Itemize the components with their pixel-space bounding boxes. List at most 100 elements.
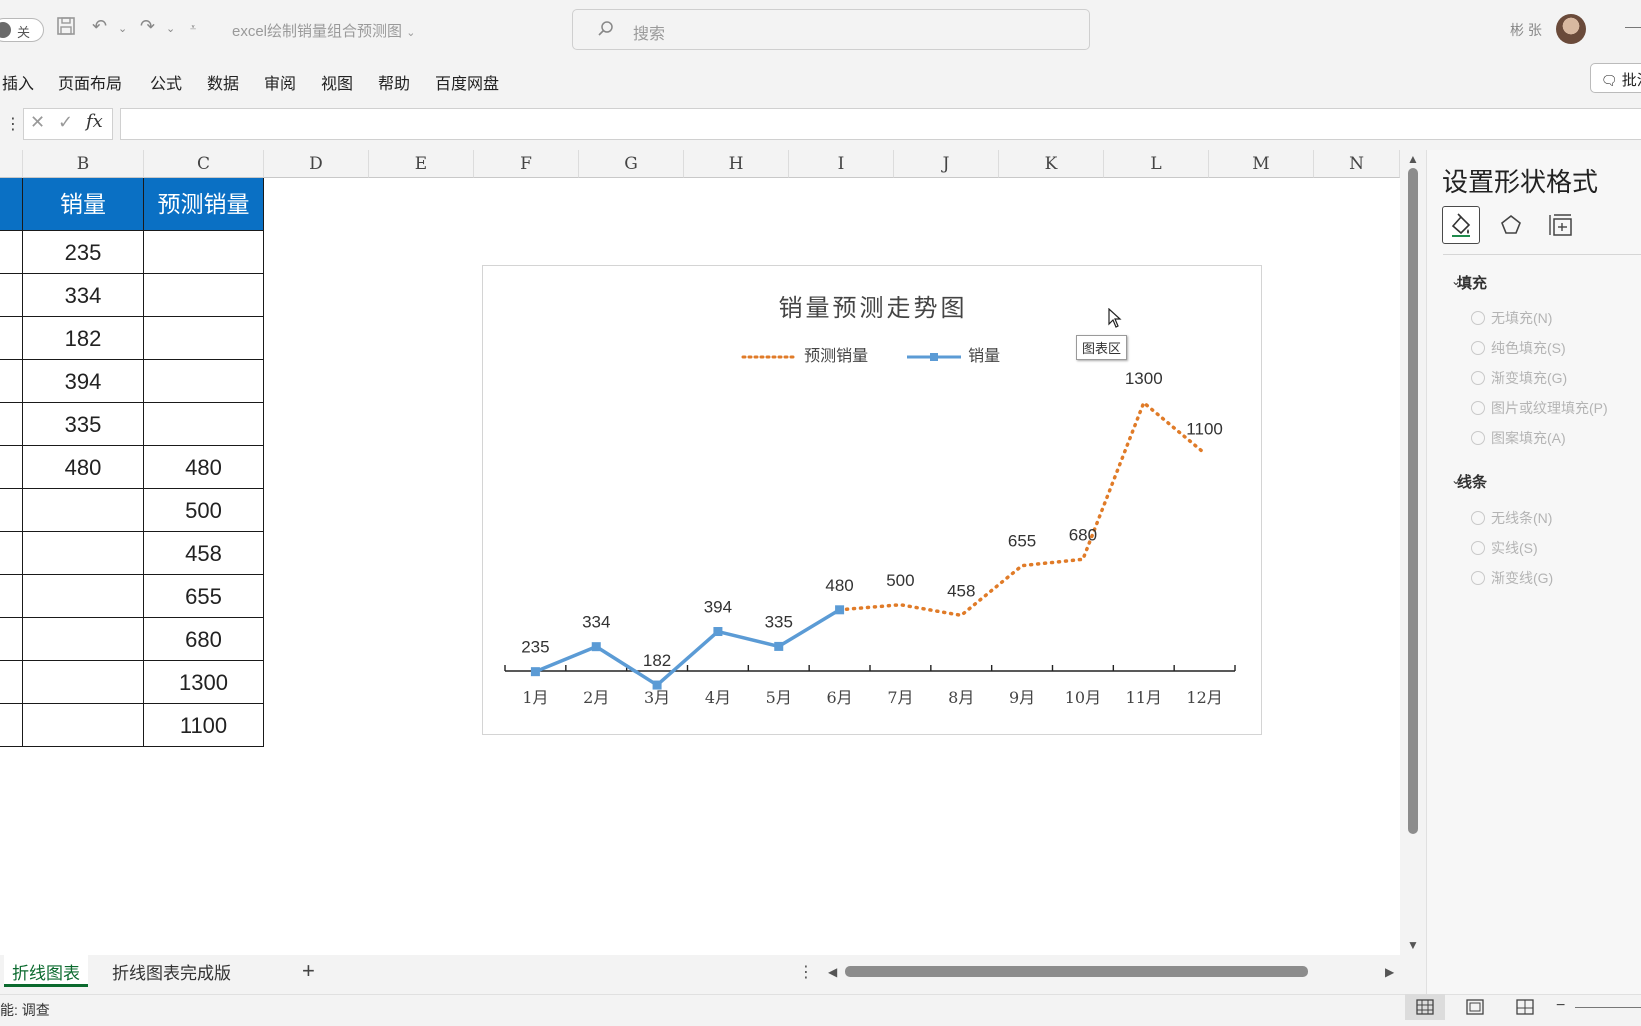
add-sheet-icon[interactable]: + (302, 958, 315, 984)
fill-line-icon[interactable] (1442, 206, 1480, 244)
select-all-corner[interactable] (0, 150, 23, 178)
tab-help[interactable]: 帮助 (378, 70, 410, 94)
undo-dropdown-icon[interactable]: ⌄ (118, 22, 127, 35)
table-cell[interactable]: 335 (23, 403, 144, 446)
table-cell[interactable] (144, 231, 264, 274)
data-label[interactable]: 1300 (1125, 369, 1163, 388)
table-cell[interactable] (23, 575, 144, 618)
user-name[interactable]: 彬 张 (1510, 20, 1542, 40)
data-label[interactable]: 334 (582, 613, 610, 632)
table-cell[interactable] (0, 704, 23, 747)
column-header-g[interactable]: G (579, 150, 684, 178)
data-label[interactable]: 1100 (1186, 419, 1223, 438)
vertical-scroll-thumb[interactable] (1408, 168, 1418, 834)
zoom-slider[interactable] (1575, 1007, 1641, 1008)
column-header-h[interactable]: H (684, 150, 789, 178)
table-cell[interactable] (23, 704, 144, 747)
fill-section-header[interactable]: 填充 (1457, 272, 1487, 293)
chart-area[interactable]: 销量预测走势图 预测销量 销量 1月 2月 3月 4月 5月 6月 7月 8月 9月 10月 11月… (482, 265, 1262, 735)
redo-dropdown-icon[interactable]: ⌄ (166, 22, 175, 35)
table-cell[interactable] (0, 532, 23, 575)
table-cell[interactable] (144, 317, 264, 360)
scroll-up-icon[interactable]: ▲ (1407, 152, 1419, 166)
data-label[interactable]: 235 (521, 638, 549, 657)
table-cell[interactable]: 1100 (144, 704, 264, 747)
page-layout-view-icon[interactable] (1455, 994, 1495, 1020)
table-cell[interactable]: 334 (23, 274, 144, 317)
tab-data[interactable]: 数据 (207, 70, 239, 94)
customize-qat-icon[interactable]: ⩡ (190, 22, 196, 35)
x-tick-label[interactable]: 11月 (1126, 688, 1162, 707)
data-point-sales[interactable] (774, 641, 784, 651)
x-tick-label[interactable]: 4月 (705, 688, 731, 707)
column-header-e[interactable]: E (369, 150, 474, 178)
page-break-view-icon[interactable] (1505, 994, 1545, 1020)
data-label[interactable]: 182 (643, 651, 671, 670)
table-cell[interactable] (0, 489, 23, 532)
table-cell[interactable] (144, 360, 264, 403)
cancel-icon[interactable]: ✕ (30, 112, 45, 133)
radio-pattern-fill[interactable] (1471, 431, 1485, 445)
scroll-right-icon[interactable]: ▶ (1385, 965, 1394, 979)
data-label[interactable]: 680 (1069, 525, 1097, 544)
option-gradient-line[interactable]: 渐变线(G) (1491, 568, 1553, 588)
scroll-down-icon[interactable]: ▼ (1407, 938, 1419, 952)
x-tick-label[interactable]: 10月 (1065, 688, 1101, 707)
column-header-f[interactable]: F (474, 150, 579, 178)
x-tick-label[interactable]: 6月 (826, 688, 852, 707)
x-tick-label[interactable]: 12月 (1186, 688, 1222, 707)
enter-icon[interactable]: ✓ (58, 112, 73, 133)
data-point-sales[interactable] (652, 680, 662, 690)
sheet-tab-line-chart[interactable]: 折线图表 (4, 955, 88, 987)
table-cell[interactable]: 480 (23, 446, 144, 489)
series-line-sales[interactable] (534, 608, 841, 687)
table-cell[interactable] (0, 575, 23, 618)
table-cell[interactable]: 458 (144, 532, 264, 575)
sheet-tab-line-chart-complete[interactable]: 折线图表完成版 (112, 955, 231, 987)
table-header-sales[interactable]: 销量 (23, 178, 144, 231)
insert-function-button[interactable]: fx (86, 111, 103, 132)
tab-view[interactable]: 视图 (321, 70, 353, 94)
size-properties-icon[interactable] (1542, 206, 1580, 244)
x-tick-label[interactable]: 8月 (948, 688, 974, 707)
radio-solid-fill[interactable] (1471, 341, 1485, 355)
autosave-toggle[interactable]: 关 (0, 18, 44, 42)
minimize-icon[interactable] (1625, 27, 1641, 28)
radio-solid-line[interactable] (1471, 541, 1485, 555)
comments-button[interactable]: 🗨 批注 (1590, 63, 1641, 93)
redo-icon[interactable]: ↷ (140, 16, 155, 37)
zoom-out-icon[interactable]: − (1556, 997, 1565, 1015)
normal-view-icon[interactable] (1405, 994, 1445, 1020)
search-box[interactable]: 搜索 (572, 9, 1090, 50)
scroll-left-icon[interactable]: ◀ (828, 965, 837, 979)
radio-no-fill[interactable] (1471, 311, 1485, 325)
save-icon[interactable] (56, 16, 76, 41)
table-cell[interactable] (23, 489, 144, 532)
x-tick-label[interactable]: 7月 (887, 688, 913, 707)
x-tick-label[interactable]: 3月 (644, 688, 670, 707)
table-cell[interactable] (0, 403, 23, 446)
data-label[interactable]: 394 (704, 598, 732, 617)
table-cell[interactable]: 235 (23, 231, 144, 274)
table-cell[interactable] (0, 231, 23, 274)
option-solid-line[interactable]: 实线(S) (1491, 538, 1538, 558)
column-header-l[interactable]: L (1104, 150, 1209, 178)
document-title[interactable]: excel绘制销量组合预测图 ⌄ (232, 20, 415, 41)
option-no-line[interactable]: 无线条(N) (1491, 508, 1552, 528)
radio-gradient-fill[interactable] (1471, 371, 1485, 385)
column-header-i[interactable]: I (789, 150, 894, 178)
table-cell[interactable]: 1300 (144, 661, 264, 704)
line-section-header[interactable]: 线条 (1457, 471, 1487, 492)
name-box-more-icon[interactable]: ⋮ (5, 114, 21, 134)
column-header-b[interactable]: B (23, 150, 144, 178)
table-cell[interactable]: 655 (144, 575, 264, 618)
accessibility-status[interactable]: 能: 调查 (0, 1000, 50, 1020)
tab-baidu-netdisk[interactable]: 百度网盘 (435, 70, 499, 94)
table-cell[interactable] (0, 446, 23, 489)
option-solid-fill[interactable]: 纯色填充(S) (1491, 338, 1566, 358)
table-cell[interactable] (144, 403, 264, 446)
option-pattern-fill[interactable]: 图案填充(A) (1491, 428, 1566, 448)
table-header-a[interactable] (0, 178, 23, 231)
undo-icon[interactable]: ↶ (92, 16, 107, 37)
data-label[interactable]: 655 (1008, 532, 1036, 551)
